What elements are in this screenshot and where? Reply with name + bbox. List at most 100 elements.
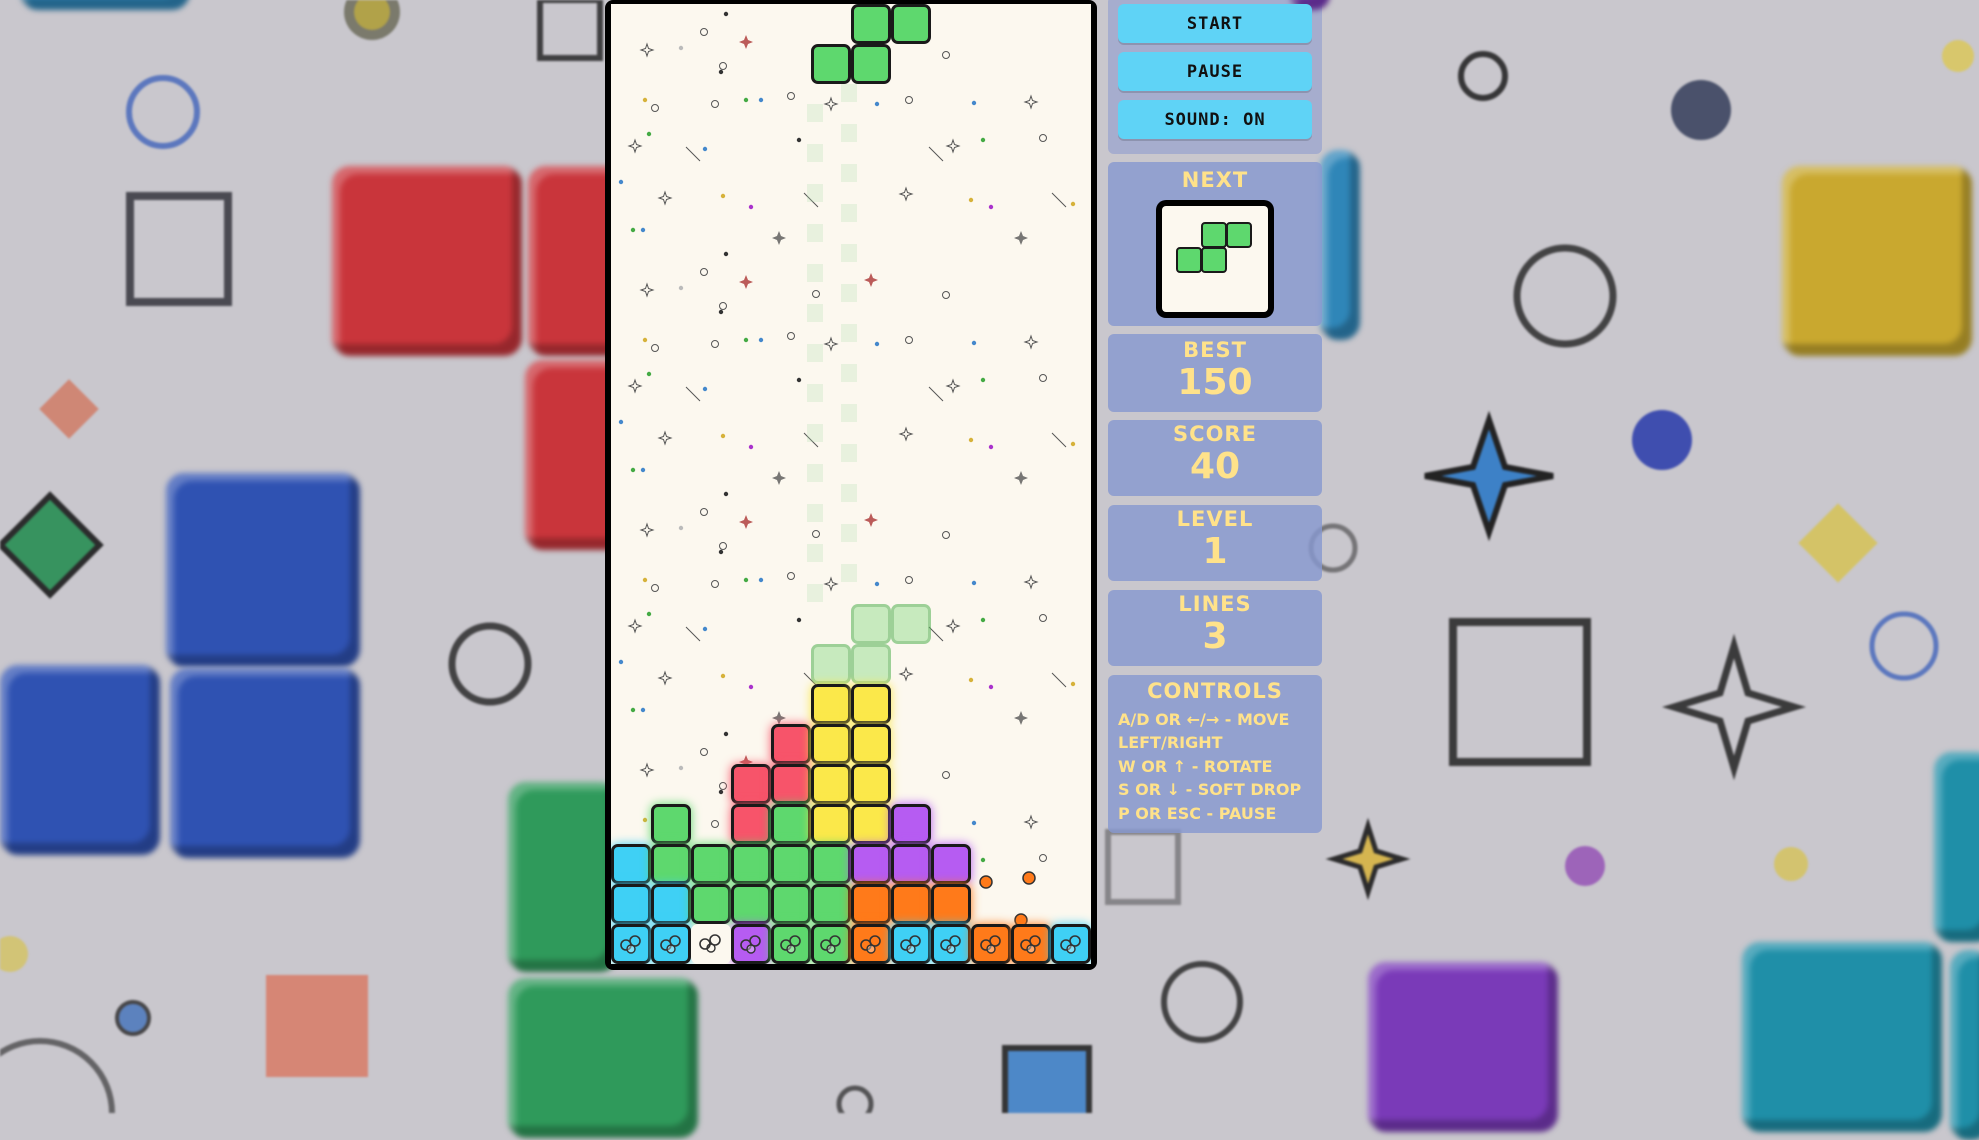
sparkle-icon — [758, 97, 764, 103]
control-line-soft-drop: S OR ↓ - SOFT DROP — [1118, 780, 1302, 799]
sparkle-icon — [1023, 334, 1039, 350]
locked-block-cell — [931, 924, 971, 964]
sparkle-icon — [980, 857, 986, 863]
locked-block-cell — [891, 884, 931, 924]
sparkle-icon — [743, 337, 749, 343]
sparkle-icon — [657, 430, 673, 446]
sparkle-icon — [646, 131, 652, 137]
sparkle-icon — [864, 273, 878, 287]
sparkle-icon — [720, 193, 726, 199]
sparkle-icon — [1039, 854, 1047, 862]
lines-title: LINES — [1178, 592, 1252, 616]
sparkle-icon — [1023, 94, 1039, 110]
drop-trail — [841, 404, 857, 422]
bg-block-blue-top — [20, 0, 190, 10]
sparkle-icon — [968, 437, 974, 443]
sparkle-icon — [657, 670, 673, 686]
locked-block-cell — [731, 764, 771, 804]
drop-trail — [841, 324, 857, 342]
sparkle-icon — [739, 35, 753, 49]
level-title: LEVEL — [1176, 507, 1254, 531]
best-panel: BEST 150 — [1108, 334, 1322, 412]
sparkle-icon — [720, 673, 726, 679]
locked-block-cell — [771, 924, 811, 964]
sparkle-icon — [642, 337, 648, 343]
locked-block-cell — [811, 724, 851, 764]
sparkle-icon — [1051, 672, 1067, 688]
sparkle-icon — [874, 581, 880, 587]
sparkle-icon — [711, 340, 719, 348]
sparkle-icon — [787, 332, 795, 340]
locked-block-cell — [891, 804, 931, 844]
ghost-piece-cell — [811, 644, 851, 684]
drop-trail — [807, 344, 823, 362]
sparkle-icon — [718, 549, 724, 555]
active-piece-cell — [851, 4, 891, 44]
sparkle-icon — [640, 707, 646, 713]
sparkle-icon — [719, 542, 727, 550]
sparkle-icon — [874, 101, 880, 107]
next-piece-area — [1162, 206, 1268, 312]
sparkle-icon — [700, 268, 708, 276]
drop-trail — [807, 384, 823, 402]
sparkle-icon — [627, 378, 643, 394]
locked-block-cell — [851, 764, 891, 804]
locked-block-cell — [851, 724, 891, 764]
locked-block-cell — [811, 684, 851, 724]
bg-block-blue-3 — [170, 668, 360, 858]
sparkle-icon — [1070, 441, 1076, 447]
drop-trail — [807, 304, 823, 322]
sparkle-icon — [711, 820, 719, 828]
sound-toggle-button[interactable]: SOUND: ON — [1118, 100, 1312, 139]
sparkle-icon — [1039, 614, 1047, 622]
sparkle-icon — [711, 100, 719, 108]
playfield[interactable] — [611, 4, 1091, 964]
sparkle-icon — [657, 190, 673, 206]
locked-block-cell — [811, 924, 851, 964]
drop-trail — [841, 484, 857, 502]
sparkle-icon — [988, 684, 994, 690]
pause-button[interactable]: PAUSE — [1118, 52, 1312, 91]
bg-block-teal-4 — [1950, 950, 1979, 1140]
bubble-icon — [1060, 935, 1081, 954]
sparkle-icon — [723, 251, 729, 257]
locked-block-cell — [811, 884, 851, 924]
locked-block-cell — [811, 764, 851, 804]
start-button[interactable]: START — [1118, 4, 1312, 43]
active-piece-cell — [891, 4, 931, 44]
control-line-move: A/D OR ←/→ - MOVE — [1118, 710, 1290, 729]
bubble-icon — [660, 935, 681, 954]
locked-block-cell — [731, 924, 771, 964]
score-value: 40 — [1189, 446, 1241, 487]
sparkle-icon — [787, 572, 795, 580]
score-title: SCORE — [1173, 422, 1257, 446]
locked-block-cell — [771, 884, 811, 924]
next-panel: NEXT — [1108, 162, 1322, 326]
lines-panel: LINES 3 — [1108, 590, 1322, 666]
sparkle-icon — [646, 611, 652, 617]
locked-block-cell — [611, 924, 651, 964]
sparkle-icon — [787, 92, 795, 100]
sparkle-icon — [702, 626, 708, 632]
sparkle-icon — [1039, 134, 1047, 142]
bubble-icon — [740, 935, 761, 954]
sparkle-icon — [723, 731, 729, 737]
locked-block-cell — [691, 844, 731, 884]
locked-block-cell — [811, 804, 851, 844]
drop-trail — [841, 524, 857, 542]
sparkle-icon — [739, 275, 753, 289]
drop-trail — [807, 184, 823, 202]
locked-block-cell — [771, 804, 811, 844]
sparkle-icon — [905, 336, 913, 344]
sparkle-icon — [1014, 471, 1028, 485]
sparkle-icon — [719, 302, 727, 310]
control-line-rotate: W OR ↑ - ROTATE — [1118, 757, 1273, 776]
drop-trail — [807, 584, 823, 602]
next-title: NEXT — [1181, 168, 1249, 192]
sparkle-icon — [685, 626, 701, 642]
locked-block-cell — [651, 884, 691, 924]
sparkle-icon — [639, 42, 655, 58]
bg-block-red — [332, 166, 522, 356]
drop-trail — [841, 124, 857, 142]
drop-trail — [841, 204, 857, 222]
